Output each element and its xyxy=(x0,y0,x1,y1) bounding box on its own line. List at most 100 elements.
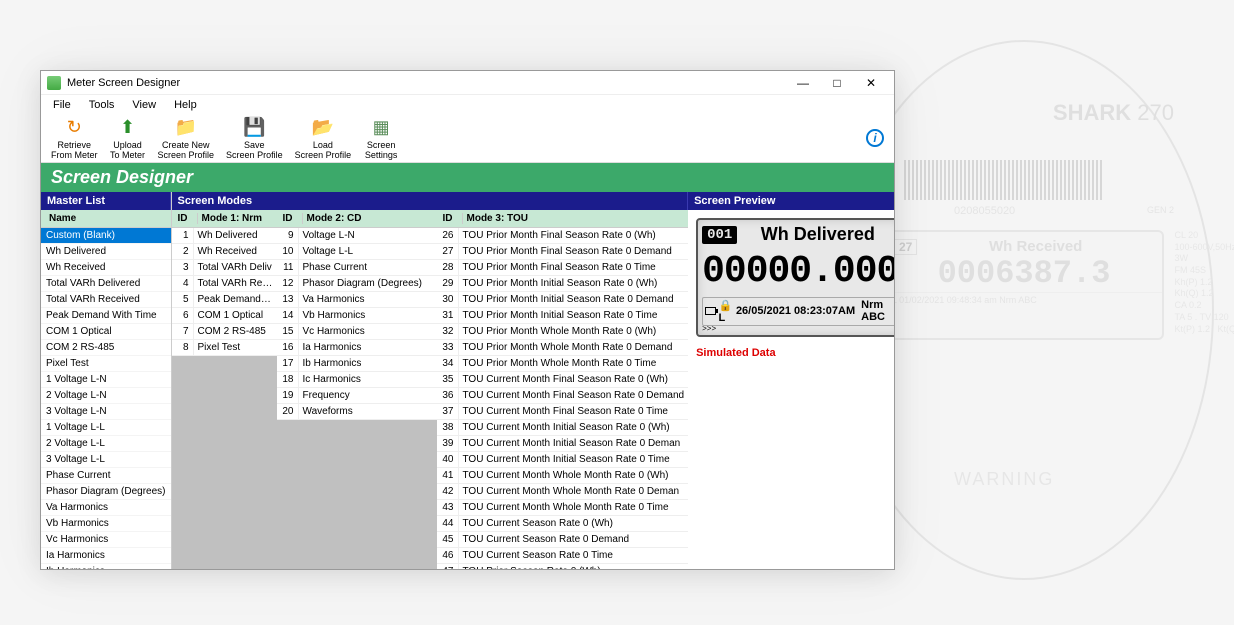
mode-list-item[interactable]: 9Voltage L-N xyxy=(277,228,437,244)
master-list-item[interactable]: 3 Voltage L-N xyxy=(41,404,171,420)
mode-list-item[interactable]: 36TOU Current Month Final Season Rate 0 … xyxy=(437,388,689,404)
screen-modes-header: Screen Modes xyxy=(172,192,689,210)
lcd-date: 26/05/2021 xyxy=(736,305,791,317)
upload-to-meter-button[interactable]: ⬆UploadTo Meter xyxy=(104,115,152,163)
mode2-list[interactable]: 9Voltage L-N10Voltage L-L11Phase Current… xyxy=(277,228,437,420)
mode-list-item[interactable]: 38TOU Current Month Initial Season Rate … xyxy=(437,420,689,436)
mode-list-item[interactable]: 28TOU Prior Month Final Season Rate 0 Ti… xyxy=(437,260,689,276)
lcd-status-bar: 🔒L 26/05/2021 08:23:07AM Nrm ABC xyxy=(702,297,894,326)
retrieve-from-meter-button[interactable]: ↻RetrieveFrom Meter xyxy=(45,115,104,163)
mode-list-item[interactable]: 29TOU Prior Month Initial Season Rate 0 … xyxy=(437,276,689,292)
mode-list-item[interactable]: 5Peak Demand W xyxy=(172,292,277,308)
master-list-item[interactable]: Va Harmonics xyxy=(41,500,171,516)
simulated-data-note: Simulated Data xyxy=(696,347,894,359)
mode-list-item[interactable]: 3Total VARh Deliv xyxy=(172,260,277,276)
mode-list-item[interactable]: 35TOU Current Month Final Season Rate 0 … xyxy=(437,372,689,388)
master-list-item[interactable]: Total VARh Received xyxy=(41,292,171,308)
master-list[interactable]: Custom (Blank)Wh DeliveredWh ReceivedTot… xyxy=(41,228,171,569)
mode-list-item[interactable]: 12Phasor Diagram (Degrees) xyxy=(277,276,437,292)
mode-list-item[interactable]: 17Ib Harmonics xyxy=(277,356,437,372)
toolbar-icon: ⬆ xyxy=(117,117,139,139)
save-screen-profile-button[interactable]: 💾SaveScreen Profile xyxy=(220,115,289,163)
mode-list-item[interactable]: 27TOU Prior Month Final Season Rate 0 De… xyxy=(437,244,689,260)
menu-file[interactable]: File xyxy=(45,97,79,113)
mode-list-item[interactable]: 18Ic Harmonics xyxy=(277,372,437,388)
master-list-item[interactable]: Vb Harmonics xyxy=(41,516,171,532)
master-list-subheader: Name xyxy=(41,210,171,228)
lcd-time: 08:23:07AM xyxy=(794,305,855,317)
mode-list-item[interactable]: 34TOU Prior Month Whole Month Rate 0 Tim… xyxy=(437,356,689,372)
mode-list-item[interactable]: 1Wh Delivered xyxy=(172,228,277,244)
master-list-item[interactable]: COM 1 Optical xyxy=(41,324,171,340)
mode-list-item[interactable]: 6COM 1 Optical xyxy=(172,308,277,324)
titlebar[interactable]: Meter Screen Designer — □ ✕ xyxy=(41,71,894,95)
lcd-value: 00000.000 xyxy=(702,251,894,293)
mode-list-item[interactable]: 44TOU Current Season Rate 0 (Wh) xyxy=(437,516,689,532)
master-list-item[interactable]: Total VARh Delivered xyxy=(41,276,171,292)
screen-settings-button[interactable]: ▦ScreenSettings xyxy=(357,115,405,163)
master-list-item[interactable]: 3 Voltage L-L xyxy=(41,452,171,468)
mode-list-item[interactable]: 20Waveforms xyxy=(277,404,437,420)
lcd-simulator: 001 Wh Delivered 00000.000 🔒L 26/05/2021… xyxy=(696,218,894,337)
mode-list-item[interactable]: 26TOU Prior Month Final Season Rate 0 (W… xyxy=(437,228,689,244)
maximize-button[interactable]: □ xyxy=(820,72,854,94)
master-list-item[interactable]: Pixel Test xyxy=(41,356,171,372)
master-list-item[interactable]: 1 Voltage L-L xyxy=(41,420,171,436)
toolbar-icon: ▦ xyxy=(370,117,392,139)
mode-list-item[interactable]: 4Total VARh Rece xyxy=(172,276,277,292)
mode-list-item[interactable]: 43TOU Current Month Whole Month Rate 0 T… xyxy=(437,500,689,516)
info-icon[interactable]: i xyxy=(866,129,884,147)
mode-list-item[interactable]: 30TOU Prior Month Initial Season Rate 0 … xyxy=(437,292,689,308)
mode-list-item[interactable]: 19Frequency xyxy=(277,388,437,404)
mode1-list[interactable]: 1Wh Delivered2Wh Received3Total VARh Del… xyxy=(172,228,277,356)
master-list-item[interactable]: Ib Harmonics xyxy=(41,564,171,569)
mode-list-item[interactable]: 33TOU Prior Month Whole Month Rate 0 Dem… xyxy=(437,340,689,356)
master-list-item[interactable]: COM 2 RS-485 xyxy=(41,340,171,356)
mode-list-item[interactable]: 46TOU Current Season Rate 0 Time xyxy=(437,548,689,564)
mode-list-item[interactable]: 40TOU Current Month Initial Season Rate … xyxy=(437,452,689,468)
toolbar-icon: ↻ xyxy=(63,117,85,139)
master-list-item[interactable]: Phase Current xyxy=(41,468,171,484)
mode-list-item[interactable]: 16Ia Harmonics xyxy=(277,340,437,356)
mode-list-item[interactable]: 14Vb Harmonics xyxy=(277,308,437,324)
mode-list-item[interactable]: 7COM 2 RS-485 xyxy=(172,324,277,340)
master-list-item[interactable]: Wh Received xyxy=(41,260,171,276)
master-list-item[interactable]: Phasor Diagram (Degrees) xyxy=(41,484,171,500)
toolbar-icon: 📁 xyxy=(175,117,197,139)
toolbar: ↻RetrieveFrom Meter⬆UploadTo Meter📁Creat… xyxy=(41,115,894,163)
create-new-screen-profile-button[interactable]: 📁Create NewScreen Profile xyxy=(152,115,221,163)
master-list-item[interactable]: Ia Harmonics xyxy=(41,548,171,564)
menu-view[interactable]: View xyxy=(124,97,164,113)
master-list-item[interactable]: 2 Voltage L-L xyxy=(41,436,171,452)
mode-list-item[interactable]: 45TOU Current Season Rate 0 Demand xyxy=(437,532,689,548)
mode-list-item[interactable]: 37TOU Current Month Final Season Rate 0 … xyxy=(437,404,689,420)
menu-tools[interactable]: Tools xyxy=(81,97,123,113)
minimize-button[interactable]: — xyxy=(786,72,820,94)
mode3-list[interactable]: 26TOU Prior Month Final Season Rate 0 (W… xyxy=(437,228,689,569)
banner: Screen Designer xyxy=(41,163,894,192)
mode-list-item[interactable]: 31TOU Prior Month Initial Season Rate 0 … xyxy=(437,308,689,324)
master-list-item[interactable]: Custom (Blank) xyxy=(41,228,171,244)
mode-list-item[interactable]: 8Pixel Test xyxy=(172,340,277,356)
mode-list-item[interactable]: 41TOU Current Month Whole Month Rate 0 (… xyxy=(437,468,689,484)
mode-list-item[interactable]: 42TOU Current Month Whole Month Rate 0 D… xyxy=(437,484,689,500)
menu-help[interactable]: Help xyxy=(166,97,205,113)
master-list-item[interactable]: Peak Demand With Time xyxy=(41,308,171,324)
load-screen-profile-button[interactable]: 📂LoadScreen Profile xyxy=(289,115,358,163)
master-list-item[interactable]: Wh Delivered xyxy=(41,244,171,260)
lcd-label: Wh Delivered xyxy=(737,224,894,245)
master-list-item[interactable]: Vc Harmonics xyxy=(41,532,171,548)
mode-list-item[interactable]: 39TOU Current Month Initial Season Rate … xyxy=(437,436,689,452)
mode-list-item[interactable]: 32TOU Prior Month Whole Month Rate 0 (Wh… xyxy=(437,324,689,340)
close-button[interactable]: ✕ xyxy=(854,72,888,94)
mode-list-item[interactable]: 13Va Harmonics xyxy=(277,292,437,308)
mode2-column: IDMode 2: CD 9Voltage L-N10Voltage L-L11… xyxy=(277,210,437,569)
mode-list-item[interactable]: 47TOU Prior Season Rate 0 (Wh) xyxy=(437,564,689,569)
mode-list-item[interactable]: 15Vc Harmonics xyxy=(277,324,437,340)
menubar: FileToolsViewHelp xyxy=(41,95,894,115)
master-list-item[interactable]: 1 Voltage L-N xyxy=(41,372,171,388)
mode-list-item[interactable]: 2Wh Received xyxy=(172,244,277,260)
master-list-item[interactable]: 2 Voltage L-N xyxy=(41,388,171,404)
mode-list-item[interactable]: 10Voltage L-L xyxy=(277,244,437,260)
mode-list-item[interactable]: 11Phase Current xyxy=(277,260,437,276)
